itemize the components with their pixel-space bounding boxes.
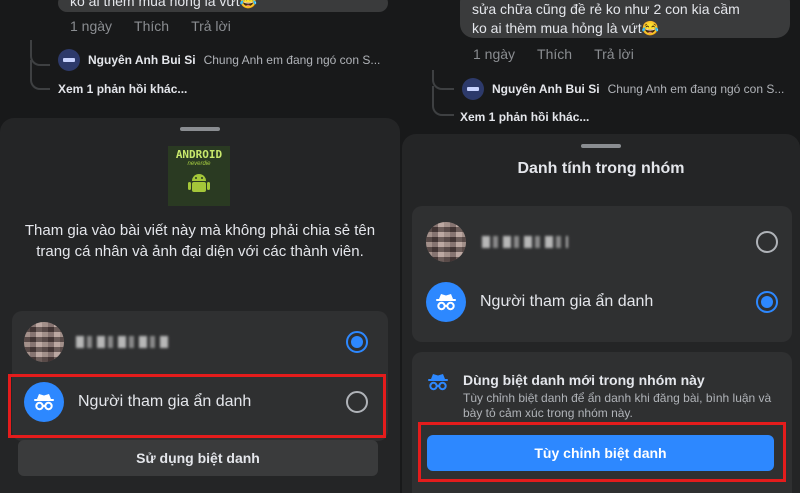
use-nickname-button[interactable]: Sử dụng biệt danh	[18, 440, 378, 476]
comment-line-1: sửa chữa cũng đề rẻ ko như 2 con kia cầm	[472, 1, 740, 17]
comment-time: 1 ngày	[70, 18, 113, 34]
reply-row[interactable]: Nguyên Anh Bui Si Chung Anh em đang ngó …	[462, 78, 784, 100]
incognito-icon	[426, 282, 466, 322]
thread-line	[30, 60, 50, 90]
logo-subtext: neverdie	[187, 161, 211, 167]
sheet-description: Tham gia vào bài viết này mà không phải …	[24, 222, 376, 260]
profile-avatar	[426, 222, 466, 262]
comment-time: 1 ngày	[473, 46, 516, 62]
option-profile[interactable]	[412, 220, 792, 264]
profile-name-blurred	[482, 236, 568, 248]
avatar	[58, 49, 80, 71]
left-screenshot: ko ai thèm mua hỏng là vứt😂 1 ngày Thích…	[0, 0, 400, 493]
more-replies-link[interactable]: Xem 1 phản hồi khác...	[58, 82, 187, 96]
more-replies-link[interactable]: Xem 1 phản hồi khác...	[460, 110, 589, 124]
reply-author: Nguyên Anh Bui Si	[88, 53, 196, 67]
reply-row[interactable]: Nguyên Anh Bui Si Chung Anh em đang ngó …	[58, 49, 380, 71]
radio-profile[interactable]	[756, 231, 778, 253]
profile-avatar	[24, 322, 64, 362]
profile-name-blurred	[76, 336, 168, 348]
reply-link[interactable]: Trả lời	[594, 46, 634, 62]
android-robot-icon	[188, 174, 210, 192]
option-profile[interactable]	[12, 320, 388, 364]
comment-bubble: sửa chữa cũng đề rẻ ko như 2 con kia cầm…	[460, 0, 790, 38]
identity-options: Người tham gia ẩn danh	[412, 206, 792, 342]
comment-bubble: ko ai thèm mua hỏng là vứt😂	[58, 0, 388, 12]
comment-thread: sửa chữa cũng đề rẻ ko như 2 con kia cầm…	[400, 0, 800, 130]
sheet-handle[interactable]	[180, 127, 220, 131]
incognito-icon	[428, 374, 448, 391]
comment-thread: ko ai thèm mua hỏng là vứt😂 1 ngày Thích…	[0, 0, 400, 130]
thread-line	[432, 86, 454, 116]
sheet-title: Danh tính trong nhóm	[517, 160, 685, 177]
like-link[interactable]: Thích	[134, 18, 169, 34]
comment-text: ko ai thèm mua hỏng là vứt😂	[70, 0, 258, 9]
highlight-box	[418, 422, 786, 482]
reply-text: Chung Anh em đang ngó con S...	[607, 82, 785, 96]
right-screenshot: sửa chữa cũng đề rẻ ko như 2 con kia cầm…	[400, 0, 800, 493]
nickname-description: Tùy chỉnh biệt danh để ẩn danh khi đăng …	[463, 391, 772, 420]
group-logo: ANDROID neverdie	[168, 146, 230, 206]
comment-actions: 1 ngày Thích Trả lời	[70, 18, 231, 34]
comment-actions: 1 ngày Thích Trả lời	[473, 46, 634, 62]
reply-author: Nguyên Anh Bui Si	[492, 82, 600, 96]
option-anonymous[interactable]: Người tham gia ẩn danh	[412, 280, 792, 324]
reply-text: Chung Anh em đang ngó con S...	[203, 53, 381, 67]
logo-text: ANDROID	[175, 148, 223, 161]
sheet-handle[interactable]	[581, 144, 621, 148]
radio-anonymous[interactable]	[756, 291, 778, 313]
reply-link[interactable]: Trả lời	[191, 18, 231, 34]
nickname-title: Dùng biệt danh mới trong nhóm này	[463, 372, 705, 388]
comment-line-2: ko ai thèm mua hỏng là vứt😂	[472, 20, 660, 36]
highlight-box	[8, 374, 386, 438]
radio-profile[interactable]	[346, 331, 368, 353]
anonymous-label: Người tham gia ẩn danh	[480, 293, 654, 310]
avatar	[462, 78, 484, 100]
like-link[interactable]: Thích	[537, 46, 572, 62]
